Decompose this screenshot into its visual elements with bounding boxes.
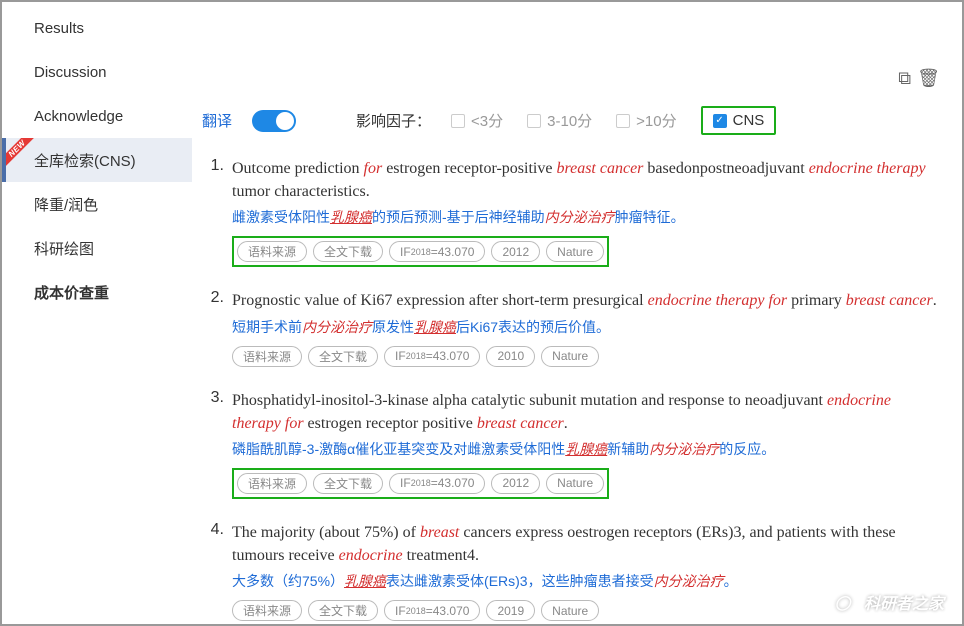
checkbox-icon	[616, 114, 630, 128]
tag-impact-factor[interactable]: IF2018=43.070	[389, 473, 485, 494]
sidebar-item-1[interactable]: Discussion	[2, 50, 192, 94]
tag-journal[interactable]: Nature	[546, 241, 604, 262]
filter-checkbox-3[interactable]: ✓ CNS	[701, 106, 777, 135]
filter-checkbox-group: <3分 3-10分 >10分 ✓ CNS	[451, 106, 776, 135]
top-icon-group: ⧉ 🗑	[898, 68, 940, 89]
app-frame: Results Discussion Acknowledge NEW全库检索(CNS)…	[0, 0, 964, 626]
tag-impact-factor[interactable]: IF2018=43.070	[389, 241, 485, 262]
result-number: 1.	[202, 157, 232, 267]
result-title-en[interactable]: The majority (about 75%) of breast cance…	[232, 521, 940, 567]
result-title-en[interactable]: Prognostic value of Ki67 expression afte…	[232, 289, 940, 312]
tag-download[interactable]: 全文下载	[308, 346, 378, 367]
sidebar-item-3[interactable]: NEW全库检索(CNS)	[2, 138, 192, 182]
tag-impact-factor[interactable]: IF2018=43.070	[384, 600, 480, 621]
sidebar-item-label: Acknowledge	[34, 108, 123, 125]
filter-checkbox-1[interactable]: 3-10分	[527, 110, 592, 131]
sidebar-item-5[interactable]: 科研绘图	[2, 226, 192, 270]
result-item: 2.Prognostic value of Ki67 expression af…	[202, 289, 940, 366]
checkbox-label: <3分	[471, 110, 503, 131]
result-number: 4.	[202, 521, 232, 621]
checkbox-icon	[527, 114, 541, 128]
tag-year[interactable]: 2019	[486, 600, 535, 621]
copy-icon[interactable]: ⧉	[898, 68, 911, 89]
tag-download[interactable]: 全文下载	[308, 600, 378, 621]
result-title-en[interactable]: Outcome prediction for estrogen receptor…	[232, 157, 940, 203]
tag-source[interactable]: 语料来源	[232, 600, 302, 621]
sidebar-item-2[interactable]: Acknowledge	[2, 94, 192, 138]
checkbox-icon: ✓	[713, 114, 727, 128]
result-body: Phosphatidyl-inositol-3-kinase alpha cat…	[232, 389, 940, 499]
result-title-en[interactable]: Phosphatidyl-inositol-3-kinase alpha cat…	[232, 389, 940, 435]
checkbox-label: 3-10分	[547, 110, 592, 131]
tag-download[interactable]: 全文下载	[313, 473, 383, 494]
tag-year[interactable]: 2012	[491, 241, 540, 262]
filter-row: 翻译 影响因子： <3分 3-10分 >10分 ✓ CNS	[202, 106, 940, 135]
result-title-zh[interactable]: 磷脂酰肌醇-3-激酶α催化亚基突变及对雌激素受体阳性乳腺癌新辅助内分泌治疗的反应…	[232, 439, 940, 460]
sidebar: Results Discussion Acknowledge NEW全库检索(CNS)…	[2, 2, 192, 624]
sidebar-item-label: Results	[34, 20, 84, 37]
result-title-zh[interactable]: 雌激素受体阳性乳腺癌的预后预测-基于后神经辅助内分泌治疗肿瘤特征。	[232, 207, 940, 228]
results-list: 1.Outcome prediction for estrogen recept…	[202, 157, 940, 621]
translate-label[interactable]: 翻译	[202, 110, 232, 131]
watermark: ◯ 科研者之家	[828, 590, 944, 614]
checkbox-label: CNS	[733, 112, 765, 129]
tag-download[interactable]: 全文下载	[313, 241, 383, 262]
delete-icon[interactable]: 🗑	[917, 68, 940, 89]
result-number: 3.	[202, 389, 232, 499]
sidebar-item-0[interactable]: Results	[2, 6, 192, 50]
checkbox-label: >10分	[636, 110, 676, 131]
tag-impact-factor[interactable]: IF2018=43.070	[384, 346, 480, 367]
new-badge: NEW	[6, 138, 40, 172]
checkbox-icon	[451, 114, 465, 128]
sidebar-item-label: Discussion	[34, 64, 107, 81]
sidebar-item-4[interactable]: 降重/润色	[2, 182, 192, 226]
sidebar-item-label: 成本价查重	[34, 282, 109, 303]
sidebar-item-label: 科研绘图	[34, 238, 94, 259]
result-number: 2.	[202, 289, 232, 366]
tag-journal[interactable]: Nature	[546, 473, 604, 494]
translate-toggle[interactable]	[252, 110, 296, 132]
tag-year[interactable]: 2012	[491, 473, 540, 494]
filter-checkbox-2[interactable]: >10分	[616, 110, 676, 131]
tag-source[interactable]: 语料来源	[232, 346, 302, 367]
result-title-zh[interactable]: 短期手术前内分泌治疗原发性乳腺癌后Ki67表达的预后价值。	[232, 317, 940, 338]
tag-source[interactable]: 语料来源	[237, 241, 307, 262]
tag-source[interactable]: 语料来源	[237, 473, 307, 494]
tag-journal[interactable]: Nature	[541, 346, 599, 367]
result-body: Outcome prediction for estrogen receptor…	[232, 157, 940, 267]
result-item: 3.Phosphatidyl-inositol-3-kinase alpha c…	[202, 389, 940, 499]
tag-year[interactable]: 2010	[486, 346, 535, 367]
result-item: 1.Outcome prediction for estrogen recept…	[202, 157, 940, 267]
result-body: Prognostic value of Ki67 expression afte…	[232, 289, 940, 366]
wechat-icon: ◯	[828, 590, 858, 614]
tag-journal[interactable]: Nature	[541, 600, 599, 621]
result-tag-row: 语料来源全文下载 IF2018=43.070 2010 Nature	[232, 346, 940, 367]
filter-checkbox-0[interactable]: <3分	[451, 110, 503, 131]
sidebar-item-label: 降重/润色	[34, 194, 98, 215]
sidebar-item-6[interactable]: 成本价查重	[2, 270, 192, 314]
impact-factor-label: 影响因子：	[356, 110, 431, 131]
main-content: ⧉ 🗑 翻译 影响因子： <3分 3-10分 >10分 ✓ CNS 1.Outcome …	[192, 2, 962, 624]
watermark-text: 科研者之家	[864, 590, 944, 614]
result-tag-row: 语料来源全文下载 IF2018=43.070 2012 Nature	[232, 236, 609, 267]
sidebar-item-label: 全库检索(CNS)	[34, 150, 136, 171]
result-tag-row: 语料来源全文下载 IF2018=43.070 2012 Nature	[232, 468, 609, 499]
